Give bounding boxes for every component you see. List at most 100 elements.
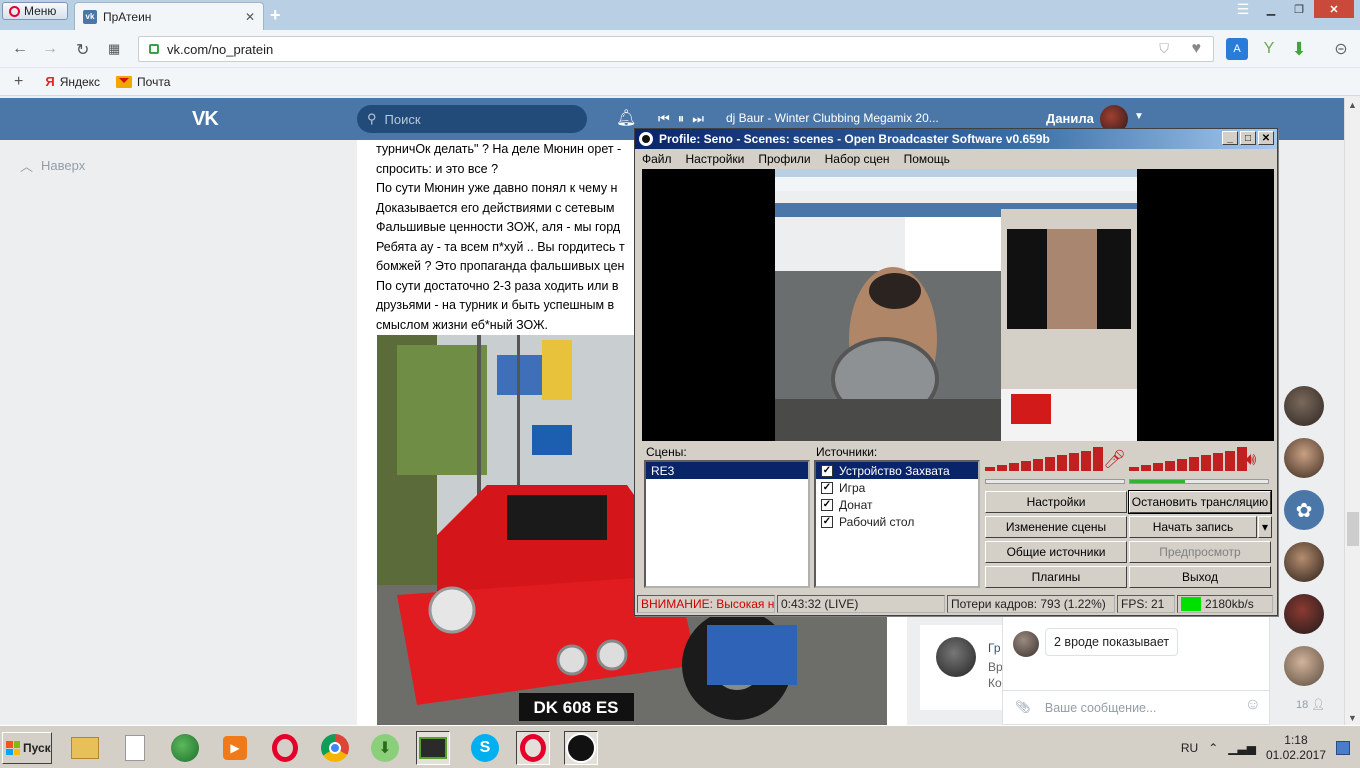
opera-taskbar-icon[interactable] [268,731,302,765]
vk-logo-icon[interactable]: VK [192,108,219,131]
desktop-volume-meter[interactable] [1129,447,1247,471]
preview-button[interactable]: Предпросмотр [1129,541,1271,563]
signal-icon[interactable]: ▁▃▅ [1228,741,1256,755]
shield-icon[interactable]: ⛉ [1159,41,1169,57]
previous-track-icon[interactable]: ⏮︎ [658,111,670,127]
skype-icon[interactable]: S [468,731,502,765]
source-item[interactable]: ✓ Донат [816,496,978,513]
chat-message-input[interactable]: 📎︎ Ваше сообщение... [1003,690,1269,724]
feed-post-card[interactable]: Гр Вр Ко [920,625,1003,710]
tab-menu-icon[interactable]: ☰ [1230,0,1256,18]
recording-dropdown-icon[interactable]: ▾ [1258,516,1272,538]
clock[interactable]: 1:18 01.02.2017 [1266,733,1326,763]
menu-settings[interactable]: Настройки [686,152,745,166]
scroll-up-icon[interactable]: ▲ [1348,100,1357,110]
tab-close-icon[interactable]: ✕ [245,10,255,24]
source-item[interactable]: ✓ Рабочий стол [816,513,978,530]
media-player-icon[interactable]: ▶ [218,731,252,765]
friend-avatar[interactable] [1284,542,1324,582]
post-author[interactable]: Гр [988,641,1001,655]
restore-icon[interactable]: ❐ [1286,0,1312,18]
source-item[interactable]: ✓ Устройство Захвата [816,462,978,479]
bell-icon[interactable]: 🔔︎ [616,108,636,128]
exit-button[interactable]: Выход [1129,566,1271,588]
chevron-down-icon[interactable]: ▼ [1134,111,1144,122]
edit-scene-button[interactable]: Изменение сцены [985,516,1127,538]
translate-extension-icon[interactable]: A [1226,38,1248,60]
source-checkbox[interactable]: ✓ [821,481,833,494]
browser-tab-active[interactable]: vk ПрАтеин ✕ [74,2,264,30]
forward-arrow-icon[interactable]: → [42,40,58,58]
explorer-icon[interactable] [68,731,102,765]
back-to-top-link[interactable]: ︿ Наверх [20,156,85,175]
stop-stream-button[interactable]: Остановить трансляцию [1128,490,1272,514]
heart-bookmark-icon[interactable]: ♥ [1192,40,1202,58]
reload-icon[interactable]: ↻ [76,40,89,60]
downloads-icon[interactable]: ⊝ [1330,38,1352,60]
pause-icon[interactable]: ⏸︎ [678,111,685,127]
vk-search-input[interactable]: ⚲ Поиск [357,105,587,133]
microphone-icon[interactable]: 🎤︎ [1103,449,1126,470]
minimize-icon[interactable]: _ [1222,131,1238,145]
url-field[interactable]: vk.com/no_pratein ⛉ ♥ [138,36,1214,62]
chrome-icon[interactable] [318,731,352,765]
globe-icon[interactable] [168,731,202,765]
downloader-icon[interactable]: ⬇ [368,731,402,765]
opera-menu-button[interactable]: Меню [2,2,68,20]
mic-volume-meter[interactable] [985,447,1103,471]
speed-dial-grid-icon[interactable]: ▦ [108,41,120,57]
clock-date: 01.02.2017 [1265,748,1326,762]
tray-expand-icon[interactable]: ⌃ [1208,741,1218,755]
obs-title-bar[interactable]: Profile: Seno - Scenes: scenes - Open Br… [635,129,1277,149]
scrollbar-thumb[interactable] [1347,512,1359,546]
new-tab-icon[interactable]: + [270,5,281,26]
back-arrow-icon[interactable]: ← [12,40,28,58]
opera-window-taskbar-icon[interactable] [516,731,550,765]
source-checkbox[interactable]: ✓ [821,464,833,477]
friends-online-count[interactable]: 18 👤︎ [1296,698,1325,711]
show-desktop-icon[interactable] [1336,741,1350,755]
menu-file[interactable]: Файл [642,152,672,166]
bookmark-yandex[interactable]: Я Яндекс [45,74,100,89]
close-icon[interactable]: ✕ [1258,131,1274,145]
scroll-down-icon[interactable]: ▼ [1348,713,1357,723]
friend-avatar[interactable] [1284,646,1324,686]
paperclip-icon[interactable]: 📎︎ [1015,700,1031,715]
filter-extension-icon[interactable]: Y [1258,38,1280,60]
smile-icon[interactable]: ☺ [1245,696,1261,714]
avatar[interactable] [936,637,976,677]
sources-list[interactable]: ✓ Устройство Захвата ✓ Игра ✓ Донат ✓ Ра… [814,460,980,588]
settings-button[interactable]: Настройки [985,491,1127,513]
menu-profiles[interactable]: Профили [758,152,810,166]
maximize-icon[interactable]: □ [1240,131,1256,145]
speaker-icon[interactable]: 🔊︎ [1245,449,1256,470]
source-checkbox[interactable]: ✓ [821,515,833,528]
plugins-button[interactable]: Плагины [985,566,1127,588]
bookmark-mail[interactable]: Почта [116,75,170,89]
global-sources-button[interactable]: Общие источники [985,541,1127,563]
start-recording-button[interactable]: Начать запись [1129,516,1257,538]
minimize-icon[interactable]: ▁ [1258,0,1284,18]
dog-avatar-icon[interactable]: ✿ [1284,490,1324,530]
scenes-list[interactable]: RE3 [644,460,810,588]
scene-item[interactable]: RE3 [646,462,808,479]
next-track-icon[interactable]: ⏭︎ [692,111,704,127]
add-bookmark-icon[interactable]: + [14,73,23,91]
close-window-icon[interactable]: ✕ [1314,0,1354,18]
user-name[interactable]: Данила [1046,111,1094,126]
download-extension-icon[interactable]: ⬇ [1288,38,1310,60]
source-item[interactable]: ✓ Игра [816,479,978,496]
document-icon[interactable] [118,731,152,765]
page-scrollbar[interactable]: ▲ ▼ [1344,98,1360,725]
friend-avatar[interactable] [1284,438,1324,478]
language-indicator[interactable]: RU [1181,741,1198,755]
friend-avatar[interactable] [1284,386,1324,426]
current-track-title[interactable]: dj Baur - Winter Clubbing Megamix 20... [726,111,939,125]
source-checkbox[interactable]: ✓ [821,498,833,511]
menu-scene-collection[interactable]: Набор сцен [825,152,890,166]
obs-taskbar-icon[interactable] [564,731,598,765]
start-button[interactable]: Пуск [2,732,52,764]
friend-avatar[interactable] [1284,594,1324,634]
network-monitor-icon[interactable] [416,731,450,765]
menu-help[interactable]: Помощь [904,152,950,166]
